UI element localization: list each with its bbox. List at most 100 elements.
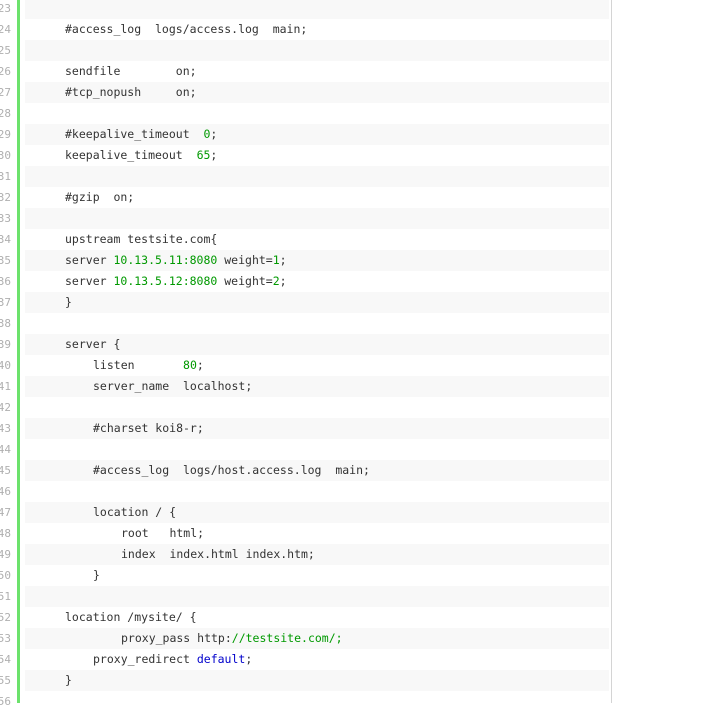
code-line: 28 <box>0 103 609 124</box>
code-line: 37} <box>0 292 609 313</box>
line-number: 40 <box>0 359 11 372</box>
line-number: 23 <box>0 2 11 15</box>
line-number: 42 <box>0 401 11 414</box>
code-token: ; <box>245 652 253 666</box>
code-token-literal: 65 <box>196 148 211 162</box>
code-viewer: 23 24 #access_log logs/access.log main; 25 2… <box>0 0 728 708</box>
line-number: 49 <box>0 548 11 561</box>
code-token: server <box>65 253 114 267</box>
code-token: #charset koi8-r; <box>93 421 204 435</box>
line-number: 52 <box>0 611 11 624</box>
code-line: 48 root html; <box>0 523 609 544</box>
code-token: #access_log logs/host.access.log main; <box>93 463 370 477</box>
code-text: server 10.13.5.12:8080 weight=2; <box>25 271 609 292</box>
code-line: 38 <box>0 313 609 334</box>
code-panel-border <box>611 0 612 703</box>
code-text: server { <box>25 334 609 355</box>
line-number: 54 <box>0 653 11 666</box>
line-number: 36 <box>0 275 11 288</box>
line-number: 51 <box>0 590 11 603</box>
code-token: ; <box>210 127 218 141</box>
code-text: #access_log logs/access.log main; <box>25 19 609 40</box>
code-text: location / { <box>25 502 609 523</box>
code-token: #tcp_nopush on; <box>65 85 197 99</box>
line-number: 31 <box>0 170 11 183</box>
code-token: proxy_pass http: <box>121 631 232 645</box>
code-token: weight= <box>217 253 273 267</box>
line-number: 27 <box>0 86 11 99</box>
code-token-literal: 1 <box>272 253 280 267</box>
code-line: 47 location / { <box>0 502 609 523</box>
line-number: 43 <box>0 422 11 435</box>
code-line: 42 <box>0 397 609 418</box>
code-line: 26 sendfile on; <box>0 61 609 82</box>
code-token: #keepalive_timeout <box>65 127 204 141</box>
code-line: 55} <box>0 670 609 691</box>
code-token: server <box>65 274 114 288</box>
code-text <box>25 0 609 19</box>
line-number: 29 <box>0 128 11 141</box>
code-token: weight= <box>217 274 273 288</box>
code-text: upstream testsite.com{ <box>25 229 609 250</box>
code-line: 27 #tcp_nopush on; <box>0 82 609 103</box>
code-token-literal: //testsite.com/; <box>231 631 343 645</box>
code-line: 49 index index.html index.htm; <box>0 544 609 565</box>
code-text: #tcp_nopush on; <box>25 82 609 103</box>
code-line: 43 #charset koi8-r; <box>0 418 609 439</box>
code-token: upstream testsite.com{ <box>65 232 218 246</box>
code-text: } <box>25 292 609 313</box>
code-line: 40 listen 80; <box>0 355 609 376</box>
code-text: #access_log logs/host.access.log main; <box>25 460 609 481</box>
code-text <box>25 586 609 607</box>
code-line: 54 proxy_redirect default; <box>0 649 609 670</box>
code-text: proxy_pass http://testsite.com/; <box>25 628 609 649</box>
code-line: 51 <box>0 586 609 607</box>
line-number: 30 <box>0 149 11 162</box>
code-text: sendfile on; <box>25 61 609 82</box>
line-number: 46 <box>0 485 11 498</box>
code-token-literal: 10.13.5.11:8080 <box>113 253 218 267</box>
code-token-keyword: default <box>196 652 246 666</box>
code-line: 29 #keepalive_timeout 0; <box>0 124 609 145</box>
code-line: 23 <box>0 0 609 19</box>
code-text: #keepalive_timeout 0; <box>25 124 609 145</box>
code-token: ; <box>196 358 204 372</box>
code-token: listen <box>93 358 184 372</box>
code-text: } <box>25 670 609 691</box>
code-lines: 23 24 #access_log logs/access.log main; 25 2… <box>0 0 609 712</box>
code-line: 33 <box>0 208 609 229</box>
line-number: 47 <box>0 506 11 519</box>
code-text: server_name localhost; <box>25 376 609 397</box>
code-token: } <box>93 568 100 582</box>
code-text: #charset koi8-r; <box>25 418 609 439</box>
line-number: 44 <box>0 443 11 456</box>
code-text <box>25 40 609 61</box>
code-token: location / { <box>93 505 177 519</box>
code-line: 32 #gzip on; <box>0 187 609 208</box>
code-token: } <box>65 673 72 687</box>
line-number: 45 <box>0 464 11 477</box>
line-number: 33 <box>0 212 11 225</box>
code-token: } <box>65 295 72 309</box>
code-text: proxy_redirect default; <box>25 649 609 670</box>
line-number: 38 <box>0 317 11 330</box>
code-line: 24 #access_log logs/access.log main; <box>0 19 609 40</box>
code-line: 31 <box>0 166 609 187</box>
code-token: ; <box>210 148 218 162</box>
code-text: location /mysite/ { <box>25 607 609 628</box>
code-line: 39 server { <box>0 334 609 355</box>
line-number: 39 <box>0 338 11 351</box>
line-number: 37 <box>0 296 11 309</box>
code-line: 46 <box>0 481 609 502</box>
line-number: 50 <box>0 569 11 582</box>
code-line: 53 proxy_pass http://testsite.com/; <box>0 628 609 649</box>
code-line: 36 server 10.13.5.12:8080 weight=2; <box>0 271 609 292</box>
code-line: 30 keepalive_timeout 65; <box>0 145 609 166</box>
code-text: keepalive_timeout 65; <box>25 145 609 166</box>
code-token-literal: 10.13.5.12:8080 <box>113 274 218 288</box>
code-line: 50} <box>0 565 609 586</box>
